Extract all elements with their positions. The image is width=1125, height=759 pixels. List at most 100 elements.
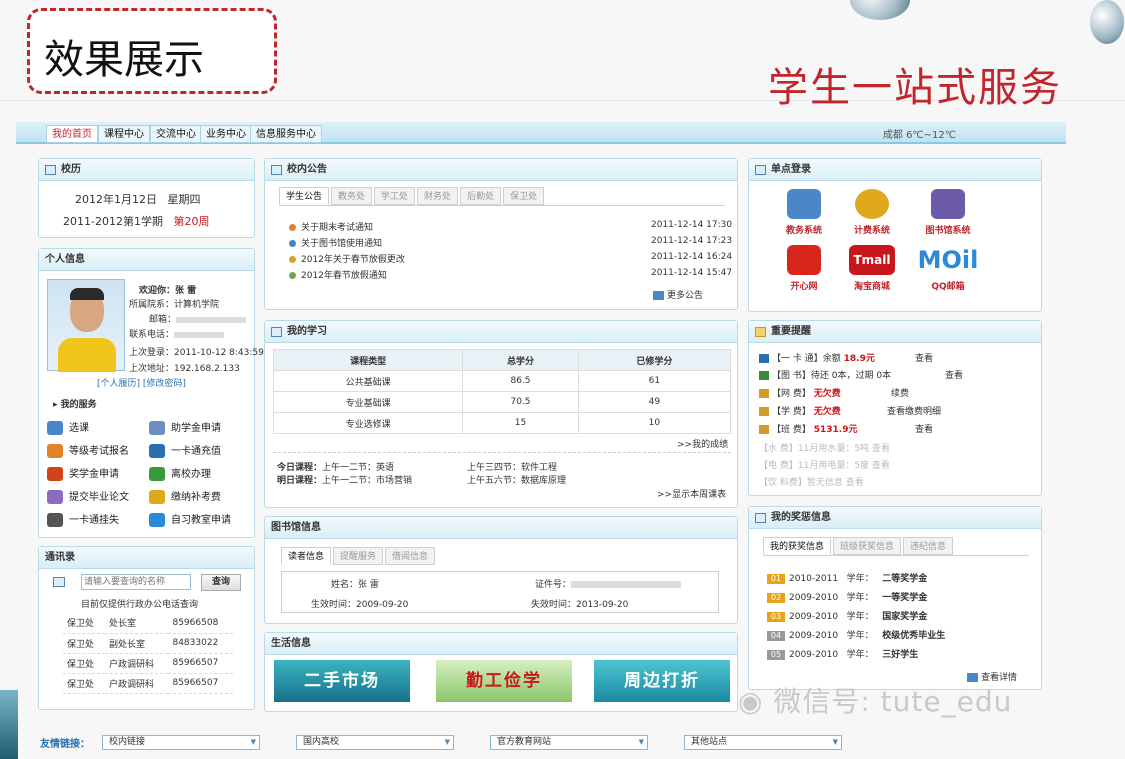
tomorrow-courses-2: 上午五六节：数据库原理 [467,476,567,486]
reminder-class-fee-view[interactable]: 查看 [915,422,933,435]
service-exam-signup[interactable]: 等级考试报名 [47,442,129,458]
slide-title: 效果展示 [27,8,277,94]
mail-logo-icon: MOil [913,245,983,275]
banner-nearby-discount[interactable]: 周边打折 [594,660,730,702]
study-header: 我的学习 [265,321,737,343]
pencil-icon [755,327,766,337]
tab-finance-office[interactable]: 财务处 [417,187,459,205]
reminder-library-view[interactable]: 查看 [945,368,963,381]
library-tabs: 读者信息 提醒服务 借阅信息 [281,547,437,565]
sso-kaixin[interactable]: 开心网 [769,245,839,292]
grades-link[interactable]: >>我的成绩 [677,437,728,450]
list-item[interactable]: 2012年春节放假通知 [289,268,387,281]
week-schedule-link[interactable]: >>显示本周课表 [657,487,726,500]
tab-logistics-office[interactable]: 后勤处 [460,187,502,205]
search-person-icon [149,513,165,527]
slide-subtitle: 学生一站式服务 [768,65,1062,111]
service-study-room[interactable]: 自习教室申请 [149,511,231,527]
column-header: 课程类型 [272,349,464,371]
course-icon [47,421,63,435]
sso-academic-system[interactable]: 教务系统 [769,189,839,236]
notices-tabs: 学生公告 教务处 学工处 财务处 后勤处 保卫处 [279,187,546,205]
table-row: 保卫处 户政调研科 85966507 [63,653,233,674]
service-makeup-fee[interactable]: 缴纳补考费 [149,488,221,504]
today-courses-2: 上午三四节：软件工程 [467,463,558,473]
service-card-recharge[interactable]: 一卡通充值 [149,442,221,458]
library-start: 生效时间：2009-09-20 [311,600,409,610]
life-header: 生活信息 [265,633,737,655]
tab-security-office[interactable]: 保卫处 [503,187,545,205]
study-icon [271,327,282,337]
phone-text: 联系电话： [129,327,225,340]
tab-info-service-center[interactable]: 信息服务中心 [250,125,322,143]
reminder-tuition-detail[interactable]: 查看缴费明细 [887,404,941,417]
award-icon [755,513,766,523]
profile-links[interactable]: [个人履历] [修改密码] [97,376,186,389]
banner-work-study[interactable]: 勤工俭学 [436,660,572,702]
wechat-watermark: ◉ 微信号: tute_edu [738,685,1013,718]
sso-billing-system[interactable]: 计费系统 [837,189,907,236]
select-domestic-universities[interactable]: 国内高校 [296,735,454,750]
reminders-header: 重要提醒 [749,321,1041,343]
notice-time: 2011-12-14 17:23 [651,236,733,246]
reminder-card-view[interactable]: 查看 [915,351,933,364]
reminder-library: 【图 书】待还 0本，过期 0本 [759,368,891,381]
library-end: 失效时间：2013-09-20 [531,600,629,610]
calendar-header: 校历 [39,159,254,181]
tab-student-affairs[interactable]: 学工处 [374,187,416,205]
directory-search-button[interactable]: 查询 [201,574,241,591]
tab-borrow-info[interactable]: 借阅信息 [385,547,436,565]
tab-business-center[interactable]: 业务中心 [200,125,252,143]
column-header: 已修学分 [577,349,732,371]
service-thesis-submit[interactable]: 提交毕业论文 [47,488,129,504]
table-row: 专业选修课 15 10 [272,412,732,434]
directory-icon [53,577,65,587]
list-item[interactable]: 2012年关于春节放假更改 [289,252,405,265]
tab-course-center[interactable]: 课程中心 [98,125,150,143]
banner-second-hand[interactable]: 二手市场 [274,660,410,702]
awards-header: 我的奖惩信息 [749,507,1041,529]
tab-class-awards[interactable]: 班级获奖信息 [833,537,902,555]
tab-home[interactable]: 我的首页 [46,125,98,143]
service-leave-school[interactable]: 离校办理 [149,465,211,481]
service-grant-apply[interactable]: 助学金申请 [149,419,221,435]
directory-header: 通讯录 [39,547,254,569]
decorative-corner [0,690,18,759]
list-item: 01 2010-2011 学年： 二等奖学金 [767,571,927,584]
list-item[interactable]: 关于期末考试通知 [289,220,373,233]
bag-icon [149,467,165,481]
decorative-drop-icon [1090,0,1124,44]
select-other-sites[interactable]: 其他站点 [684,735,842,750]
select-campus-links[interactable]: 校内链接 [102,735,260,750]
avatar [47,279,125,372]
sso-library-system[interactable]: 图书馆系统 [913,189,983,236]
list-item: 04 2009-2010 学年： 校级优秀毕业生 [767,628,945,641]
list-item: 02 2009-2010 学年： 一等奖学金 [767,590,927,603]
select-education-sites[interactable]: 官方教育网站 [490,735,648,750]
directory-note: 目前仅提供行政办公电话查询 [81,600,199,610]
sso-tmall[interactable]: Tmall 淘宝商城 [837,245,907,292]
tmall-logo-icon: Tmall [849,245,895,275]
fee-icon [149,490,165,504]
card-icon [149,444,165,458]
reminder-tuition: 【学 费】 无欠费 [759,404,841,417]
directory-search-input[interactable] [81,574,191,590]
tab-academic-office[interactable]: 教务处 [331,187,373,205]
reminder-network-renew[interactable]: 续费 [891,386,909,399]
tab-reader-info[interactable]: 读者信息 [281,547,332,565]
today-courses: 今日课程：上午一二节：英语 [277,463,395,473]
service-scholarship[interactable]: 奖学金申请 [47,465,119,481]
list-item[interactable]: 关于图书馆使用通知 [289,236,382,249]
last-ip-text: 上次地址：192.168.2.133 [129,364,240,374]
tab-reminder-service[interactable]: 提醒服务 [333,547,384,565]
tab-student-notice[interactable]: 学生公告 [279,187,330,205]
reminder-water: 【水 费】11月用水量：5吨 查看 [759,444,890,454]
tab-discipline-info[interactable]: 违纪信息 [903,537,954,555]
more-notices-link[interactable]: 更多公告 [653,288,703,301]
welcome-text: 欢迎你：张 雷 [139,286,197,296]
tab-exchange-center[interactable]: 交流中心 [150,125,202,143]
service-course-selection[interactable]: 选课 [47,419,89,435]
service-card-lost[interactable]: 一卡通挂失 [47,511,119,527]
sso-qq-mail[interactable]: MOil QQ邮箱 [913,245,983,292]
tab-my-awards[interactable]: 我的获奖信息 [763,537,832,555]
